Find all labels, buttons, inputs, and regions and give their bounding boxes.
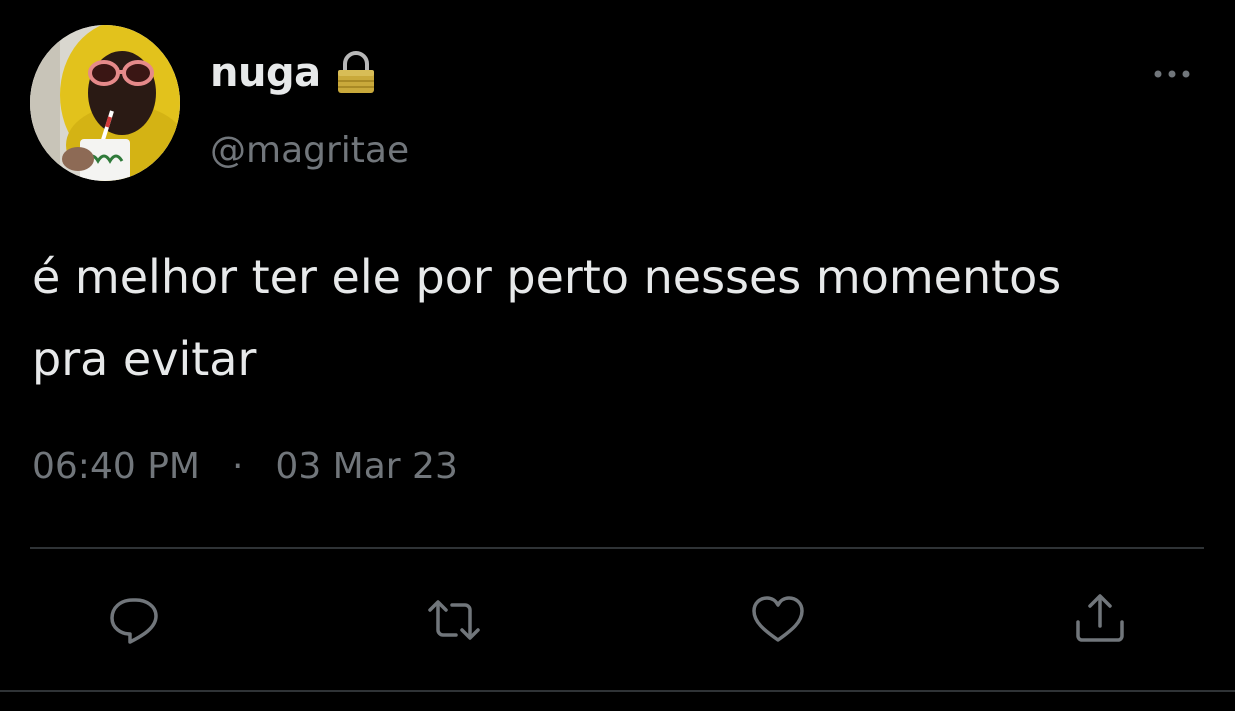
tweet-date[interactable]: 03 Mar 23	[275, 446, 457, 487]
like-button[interactable]	[750, 592, 806, 648]
lock-icon	[335, 51, 377, 95]
reply-icon	[110, 598, 158, 644]
tweet-meta: 06:40 PM · 03 Mar 23	[32, 446, 458, 487]
divider	[30, 547, 1204, 549]
tweet-text: é melhor ter ele por perto nesses moment…	[32, 236, 1222, 400]
heart-icon	[752, 596, 804, 642]
share-icon	[1076, 594, 1124, 642]
tweet-text-line: pra evitar	[32, 332, 257, 386]
avatar[interactable]	[30, 25, 180, 181]
more-options-icon[interactable]	[1150, 62, 1194, 86]
meta-separator: ·	[231, 446, 244, 487]
tweet-text-line: é melhor ter ele por perto nesses moment…	[32, 250, 1062, 304]
avatar-image	[30, 25, 180, 181]
display-name[interactable]: nuga	[210, 50, 321, 96]
author-handle[interactable]: @magritae	[210, 130, 409, 171]
reply-button[interactable]	[106, 592, 162, 648]
tweet-time[interactable]: 06:40 PM	[32, 446, 200, 487]
tweet-card: nuga @magritae é melhor ter ele por pert…	[0, 0, 1235, 711]
retweet-button[interactable]	[426, 592, 482, 648]
share-button[interactable]	[1072, 592, 1128, 648]
author-name-row: nuga	[210, 50, 377, 96]
retweet-icon	[428, 600, 480, 640]
divider	[0, 690, 1235, 692]
